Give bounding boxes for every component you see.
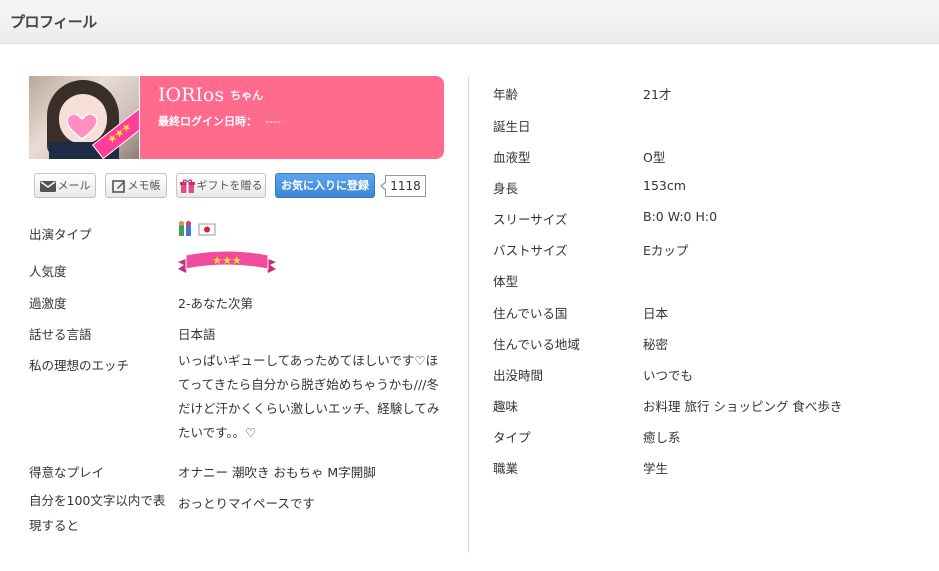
field-value-country: 日本 xyxy=(643,306,669,321)
last-login-value: ---- xyxy=(265,115,281,128)
field-value-blood-type: O型 xyxy=(643,150,666,165)
field-value-self-description: おっとりマイペースです xyxy=(178,496,315,511)
popularity-ribbon: ★★★ xyxy=(178,250,276,273)
field-value-favorite-play: オナニー 潮吹き おもちゃ M字開脚 xyxy=(178,465,376,480)
field-value-hobbies: お料理 旅行 ショッピング 食べ歩き xyxy=(643,399,843,414)
field-value-type: 癒し系 xyxy=(643,430,681,445)
profile-name: IORIos ちゃん xyxy=(158,84,264,106)
page-header: プロフィール xyxy=(0,0,939,44)
gift-icon xyxy=(179,179,195,193)
field-label-type: タイプ xyxy=(493,430,531,445)
field-label-favorite-play: 得意なプレイ xyxy=(29,465,105,480)
envelope-icon xyxy=(39,180,56,192)
gift-button[interactable]: ギフトを贈る xyxy=(176,173,266,198)
couple-icon xyxy=(179,221,191,236)
field-label-age: 年齢 xyxy=(493,87,519,102)
heart-sticker-icon xyxy=(67,114,97,140)
memo-button[interactable]: メモ帳 xyxy=(105,173,167,198)
field-label-body-type: 体型 xyxy=(493,274,519,289)
field-label-self-description: 自分を100文字以内で表現すると xyxy=(29,493,166,533)
profile-photo[interactable]: ★★★ xyxy=(29,76,139,159)
field-value-ideal: いっぱいギューしてあっためてほしいです♡ほてってきたら自分から脱ぎ始めちゃうかも… xyxy=(178,353,440,440)
field-value-height: 153cm xyxy=(643,178,686,193)
popularity-stars: ★★★ xyxy=(212,254,242,267)
field-label-birthday: 誕生日 xyxy=(493,119,531,134)
field-label-occupation: 職業 xyxy=(493,461,519,476)
field-label-popularity: 人気度 xyxy=(29,264,67,279)
field-value-bust-size: Eカップ xyxy=(643,243,689,258)
mail-button[interactable]: メール xyxy=(34,173,96,198)
field-label-bust-size: バストサイズ xyxy=(493,243,568,258)
field-value-region: 秘密 xyxy=(643,337,669,352)
field-label-ideal: 私の理想のエッチ xyxy=(29,358,130,373)
profile-card: ★★★ IORIos ちゃん 最終ログイン日時： ---- xyxy=(29,76,444,159)
field-label-active-time: 出没時間 xyxy=(493,368,544,383)
japan-flag-icon xyxy=(198,223,216,236)
field-value-age: 21才 xyxy=(643,87,672,102)
column-divider xyxy=(468,77,469,553)
field-label-intensity: 過激度 xyxy=(29,296,67,311)
note-edit-icon xyxy=(111,180,125,193)
field-value-occupation: 学生 xyxy=(643,461,669,476)
field-label-hobbies: 趣味 xyxy=(493,399,519,414)
field-value-active-time: いつでも xyxy=(643,368,694,383)
favorite-button[interactable]: お気に入りに登録 xyxy=(275,173,375,198)
field-value-measurements: B:0 W:0 H:0 xyxy=(643,209,718,224)
field-label-languages: 話せる言語 xyxy=(29,327,92,342)
field-label-country: 住んでいる国 xyxy=(493,306,568,321)
favorite-count: 1118 xyxy=(380,175,426,197)
field-label-measurements: スリーサイズ xyxy=(493,212,568,227)
page-title: プロフィール xyxy=(10,13,97,31)
field-label-region: 住んでいる地域 xyxy=(493,337,580,352)
field-value-intensity: 2-あなた次第 xyxy=(178,296,253,311)
honorific: ちゃん xyxy=(230,89,264,102)
field-label-performance-type: 出演タイプ xyxy=(29,227,92,242)
last-login: 最終ログイン日時： ---- xyxy=(158,115,281,128)
performance-type-icons xyxy=(179,221,216,236)
field-value-languages: 日本語 xyxy=(178,327,216,342)
field-label-height: 身長 xyxy=(493,181,519,196)
field-label-blood-type: 血液型 xyxy=(493,150,531,165)
